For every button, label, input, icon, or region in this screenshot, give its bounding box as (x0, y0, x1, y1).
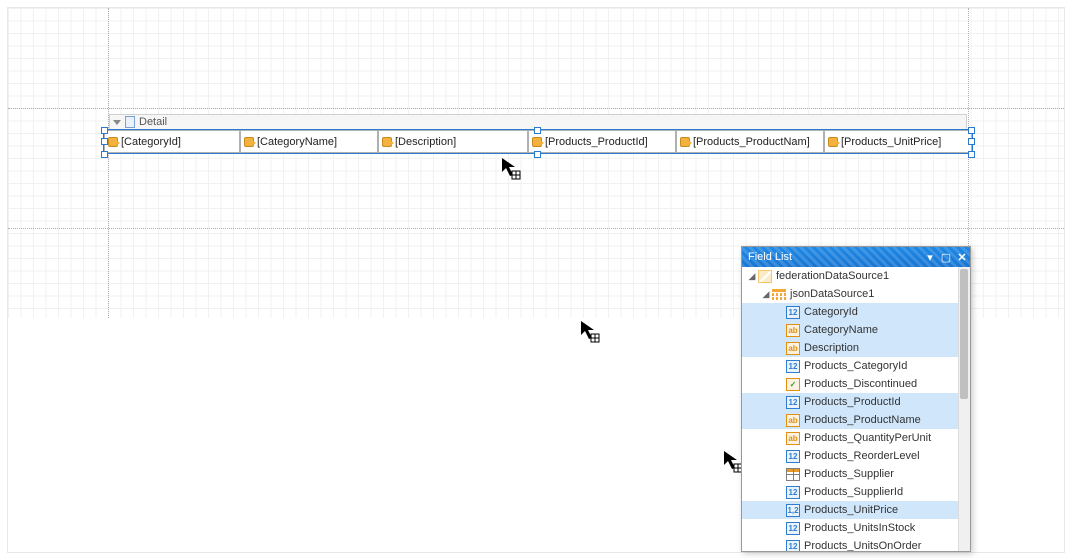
tree-row-products_discontinued[interactable]: ✓ Products_Discontinued (742, 375, 958, 393)
band-label: Detail (139, 116, 167, 128)
tree-node-label: Products_ProductId (804, 396, 901, 408)
field-cell-description[interactable]: [Description] (378, 130, 528, 153)
field-tag-icon (108, 137, 118, 147)
tree-node-label: Products_CategoryId (804, 360, 907, 372)
tree-node-label: jsonDataSource1 (790, 288, 874, 300)
field-tag-icon (244, 137, 254, 147)
margin-ruler-left (108, 8, 109, 318)
field-cell-label: [Description] (395, 136, 456, 148)
field-cell-label: [CategoryName] (257, 136, 337, 148)
field-tag-icon (828, 137, 838, 147)
tree-node-label: Products_SupplierId (804, 486, 903, 498)
field-cell-products_productid[interactable]: [Products_ProductId] (528, 130, 676, 153)
resize-handle-ne[interactable] (968, 127, 975, 134)
tree-row-products_productname[interactable]: ab Products_ProductName (742, 411, 958, 429)
band-icon (125, 116, 135, 128)
margin-ruler-bottom (8, 228, 1064, 229)
vertical-scrollbar[interactable] (958, 267, 970, 551)
tree-node-label: CategoryName (804, 324, 878, 336)
collapse-triangle-icon[interactable] (113, 120, 121, 125)
tree-node-icon: ab (786, 432, 800, 445)
field-cell-label: [CategoryId] (121, 136, 181, 148)
tree-row-products_quantityperunit[interactable]: ab Products_QuantityPerUnit (742, 429, 958, 447)
tree-node-icon: 12 (786, 540, 800, 552)
scrollbar-thumb[interactable] (960, 269, 968, 399)
tree-node-label: Products_ProductName (804, 414, 921, 426)
tree-row-categoryname[interactable]: ab CategoryName (742, 321, 958, 339)
tree-node-label: federationDataSource1 (776, 270, 889, 282)
panel-title-label: Field List (748, 251, 792, 263)
tree-node-icon (758, 270, 772, 283)
drag-cursor-icon (579, 319, 603, 343)
field-list-panel[interactable]: Field List ▾ ▢ ✕ ◢federationDataSource1◢… (741, 246, 971, 552)
tree-node-label: Products_ReorderLevel (804, 450, 920, 462)
panel-titlebar[interactable]: Field List ▾ ▢ ✕ (742, 247, 970, 267)
resize-handle-n[interactable] (534, 127, 541, 134)
tree-node-icon: 12 (786, 396, 800, 409)
design-surface[interactable]: Detail [CategoryId] [CategoryName] [Descri… (7, 7, 1065, 553)
tree-node-label: CategoryId (804, 306, 858, 318)
field-cell-categoryname[interactable]: [CategoryName] (240, 130, 378, 153)
tree-row-products_unitsinstock[interactable]: 12 Products_UnitsInStock (742, 519, 958, 537)
tree-node-icon: ✓ (786, 378, 800, 391)
panel-body: ◢ federationDataSource1 ◢ jsonDataSource1 12… (742, 267, 970, 551)
tree-row-products_supplier[interactable]: Products_Supplier (742, 465, 958, 483)
field-cell-products_unitprice[interactable]: [Products_UnitPrice] (824, 130, 972, 153)
resize-handle-s[interactable] (534, 151, 541, 158)
tree-row-description[interactable]: ab Description (742, 339, 958, 357)
tree-node-icon: 12 (786, 522, 800, 535)
field-cell-label: [Products_ProductNam] (693, 136, 810, 148)
tree-row-products_unitsonorder[interactable]: 12 Products_UnitsOnOrder (742, 537, 958, 551)
tree-node-label: Products_UnitPrice (804, 504, 898, 516)
tree-node-icon: 12 (786, 360, 800, 373)
margin-ruler-top (8, 108, 1064, 109)
tree-row-products_unitprice[interactable]: 1,2 Products_UnitPrice (742, 501, 958, 519)
tree-node-icon (786, 468, 800, 481)
panel-maximize-button[interactable]: ▢ (938, 249, 954, 265)
resize-handle-e[interactable] (968, 138, 975, 145)
tree-expander-icon[interactable]: ◢ (760, 289, 772, 300)
tree-node-icon: 12 (786, 450, 800, 463)
tree-row-products_categoryid[interactable]: 12 Products_CategoryId (742, 357, 958, 375)
field-cell-products_productname[interactable]: [Products_ProductNam] (676, 130, 824, 153)
tree-row-products_supplierid[interactable]: 12 Products_SupplierId (742, 483, 958, 501)
tree-node-label: Products_UnitsInStock (804, 522, 915, 534)
tree-node-icon: 12 (786, 486, 800, 499)
field-cell-label: [Products_UnitPrice] (841, 136, 941, 148)
resize-handle-se[interactable] (968, 151, 975, 158)
tree-row-products_productid[interactable]: 12 Products_ProductId (742, 393, 958, 411)
tree-row-products_reorderlevel[interactable]: 12 Products_ReorderLevel (742, 447, 958, 465)
tree-node-icon: 12 (786, 306, 800, 319)
tree-node-icon (772, 289, 786, 300)
tree-row-root[interactable]: ◢ federationDataSource1 (742, 267, 958, 285)
tree-node-icon: ab (786, 324, 800, 337)
field-cell-categoryid[interactable]: [CategoryId] (104, 130, 240, 153)
field-tag-icon (680, 137, 690, 147)
tree-node-label: Products_Supplier (804, 468, 894, 480)
field-tag-icon (382, 137, 392, 147)
field-tree[interactable]: ◢ federationDataSource1 ◢ jsonDataSource1 12… (742, 267, 958, 551)
tree-node-icon: ab (786, 414, 800, 427)
tree-node-label: Products_UnitsOnOrder (804, 540, 921, 551)
resize-handle-w[interactable] (101, 138, 108, 145)
tree-node-icon: ab (786, 342, 800, 355)
tree-row-source[interactable]: ◢ jsonDataSource1 (742, 285, 958, 303)
tree-node-icon: 1,2 (786, 504, 800, 517)
tree-node-label: Products_QuantityPerUnit (804, 432, 931, 444)
field-cell-label: [Products_ProductId] (545, 136, 648, 148)
resize-handle-sw[interactable] (101, 151, 108, 158)
panel-close-button[interactable]: ✕ (954, 249, 970, 265)
tree-expander-icon[interactable]: ◢ (746, 271, 758, 282)
tree-node-label: Description (804, 342, 859, 354)
tree-node-label: Products_Discontinued (804, 378, 917, 390)
tree-row-categoryid[interactable]: 12 CategoryId (742, 303, 958, 321)
resize-handle-nw[interactable] (101, 127, 108, 134)
field-tag-icon (532, 137, 542, 147)
panel-menu-button[interactable]: ▾ (922, 249, 938, 265)
